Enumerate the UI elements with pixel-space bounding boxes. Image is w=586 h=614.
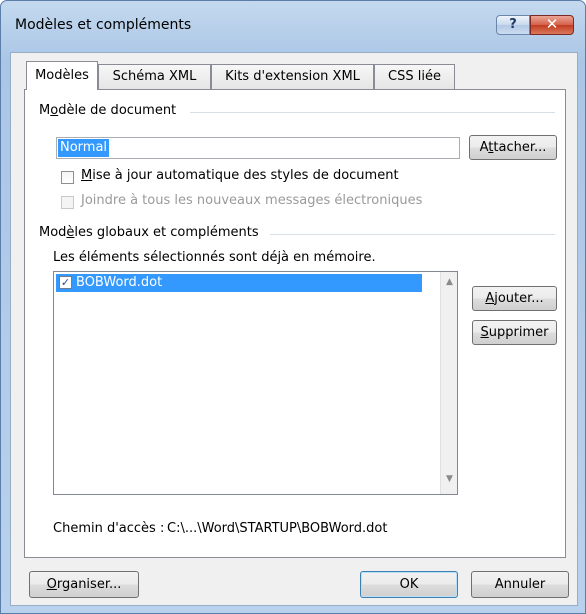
close-button[interactable]: ✕ (530, 15, 574, 35)
attach-button[interactable]: Attacher... (469, 135, 557, 160)
auto-update-label: Mise à jour automatique des styles de do… (81, 168, 399, 183)
auto-update-checkbox[interactable] (61, 171, 74, 184)
window-title: Modèles et compléments (15, 17, 192, 33)
scroll-down-icon[interactable]: ▼ (441, 474, 458, 484)
list-item-checkbox[interactable]: ✓ (59, 276, 72, 289)
path-value: C:\...\Word\STARTUP\BOBWord.dot (167, 521, 388, 536)
tab-modeles[interactable]: Modèles (26, 61, 98, 90)
dialog-client-area: Modèles Schéma XML Kits d'extension XML … (10, 52, 578, 606)
ok-button[interactable]: OK (360, 571, 458, 598)
global-templates-group-label: Modèles globaux et compléments (39, 225, 265, 240)
document-template-input[interactable]: Normal (56, 137, 460, 159)
list-scrollbar[interactable]: ▲ ▼ (440, 272, 457, 494)
group-divider (190, 112, 555, 113)
document-template-value: Normal (58, 139, 110, 157)
global-templates-list[interactable]: ✓ BOBWord.dot ▲ ▼ (53, 271, 458, 495)
tab-css-liee[interactable]: CSS liée (374, 64, 455, 89)
global-templates-hint: Les éléments sélectionnés sont déjà en m… (53, 250, 376, 265)
remove-button[interactable]: Supprimer (472, 320, 557, 345)
path-label: Chemin d'accès : (53, 521, 165, 536)
cancel-button[interactable]: Annuler (471, 571, 569, 598)
tab-schema-xml[interactable]: Schéma XML (98, 64, 211, 89)
scroll-up-icon[interactable]: ▲ (441, 277, 458, 287)
tab-panel-modeles: Modèle de document Normal Attacher... Mi… (24, 89, 566, 558)
organize-button[interactable]: Organiser... (29, 571, 139, 598)
list-item[interactable]: ✓ BOBWord.dot (56, 274, 422, 292)
group-divider (270, 234, 555, 235)
tab-kits-extension-xml[interactable]: Kits d'extension XML (211, 64, 374, 89)
add-button[interactable]: Ajouter... (472, 286, 557, 311)
list-item-label: BOBWord.dot (76, 275, 163, 290)
document-template-group-label: Modèle de document (39, 103, 183, 118)
attach-to-mail-checkbox[interactable] (61, 196, 74, 209)
attach-to-mail-label: Joindre à tous les nouveaux messages éle… (81, 193, 423, 208)
dialog-window: Modèles et compléments ? ✕ Modèles Schém… (0, 0, 586, 614)
help-button[interactable]: ? (496, 15, 530, 35)
